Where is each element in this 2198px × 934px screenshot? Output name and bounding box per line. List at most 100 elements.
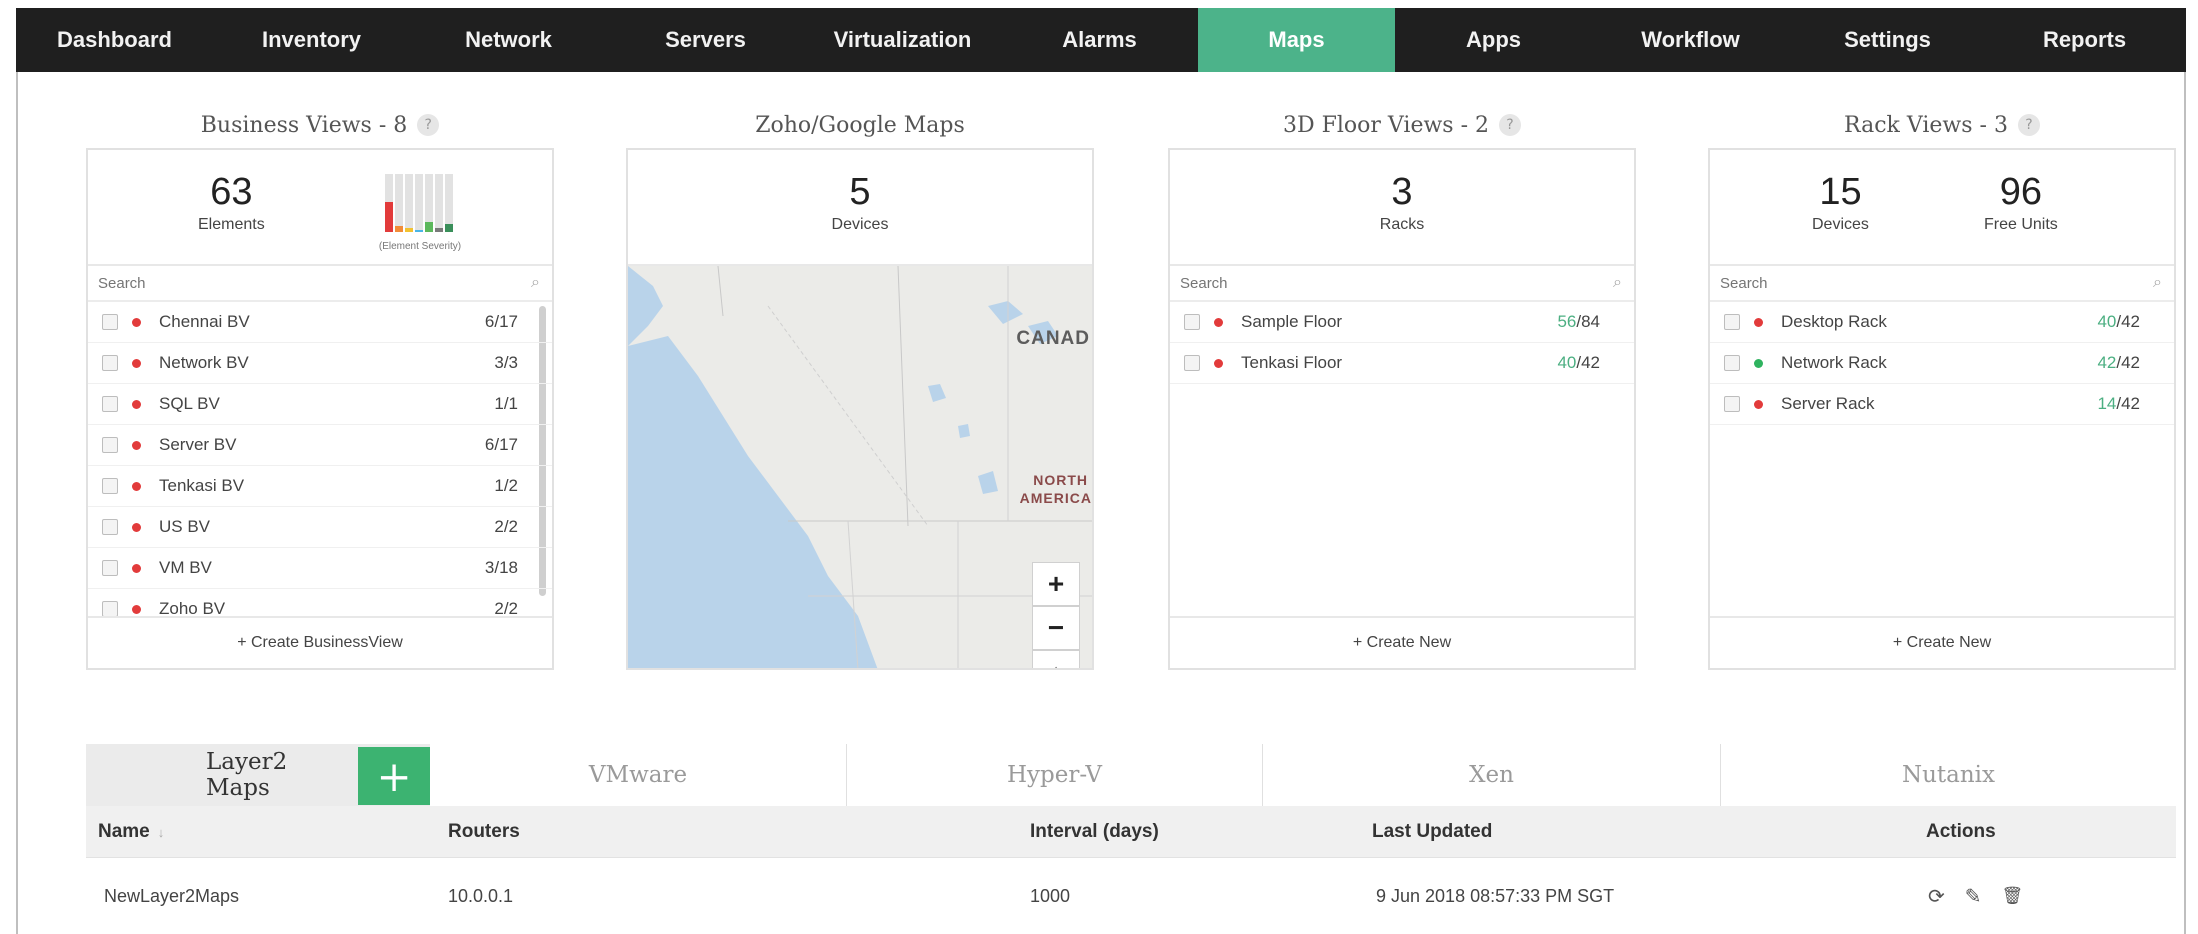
list-item[interactable]: Chennai BV 6/17 — [88, 302, 552, 343]
tab-layer2-label: Layer2 Maps — [206, 749, 288, 801]
status-dot — [1214, 317, 1223, 327]
list-item[interactable]: Network Rack 42/42 — [1710, 343, 2174, 384]
compass-icon[interactable]: ▲ — [1032, 650, 1080, 668]
used-count: 56 — [1557, 312, 1577, 331]
rack-views-list: Desktop Rack 40/42 Network Rack 42/42 Se… — [1710, 302, 2174, 425]
help-icon[interactable]: ? — [1499, 114, 1522, 136]
tab-xen[interactable]: Xen — [1262, 744, 1720, 806]
column-last-updated[interactable]: Last Updated — [1372, 806, 1492, 858]
checkbox[interactable] — [102, 437, 118, 453]
checkbox[interactable] — [1724, 314, 1740, 330]
cell-last-updated: 9 Jun 2018 08:57:33 PM SGT — [1376, 885, 1615, 906]
nav-reports[interactable]: Reports — [1986, 8, 2183, 72]
table-header: Name ↓ Routers Interval (days) Last Upda… — [86, 806, 2176, 858]
nav-apps[interactable]: Apps — [1395, 8, 1592, 72]
cell-name[interactable]: NewLayer2Maps — [104, 858, 239, 934]
checkbox[interactable] — [102, 396, 118, 412]
nav-workflow[interactable]: Workflow — [1592, 8, 1789, 72]
create-rack-button[interactable]: + Create New — [1710, 616, 2174, 668]
business-views-search-input[interactable] — [98, 274, 478, 292]
nav-network[interactable]: Network — [410, 8, 607, 72]
checkbox[interactable] — [102, 355, 118, 371]
tab-nutanix[interactable]: Nutanix — [1720, 744, 2176, 806]
cell-interval: 1000 — [1030, 885, 1071, 906]
item-count: 14/42 — [2097, 394, 2140, 414]
used-count: 42 — [2097, 353, 2117, 372]
severity-label: (Element Severity) — [378, 241, 462, 252]
search-icon[interactable]: ⌕ — [531, 274, 540, 292]
item-name: US BV — [159, 517, 211, 536]
map-type-tabs: Layer2 Maps + VMware Hyper-V Xen Nutanix — [86, 744, 2176, 806]
column-interval[interactable]: Interval (days) — [1030, 806, 1159, 858]
checkbox[interactable] — [102, 601, 118, 617]
create-floor-button[interactable]: + Create New — [1170, 616, 1634, 668]
checkbox[interactable] — [102, 519, 118, 535]
total-count: /42 — [2116, 312, 2140, 331]
tab-hyper-v[interactable]: Hyper-V — [846, 744, 1262, 806]
nav-inventory[interactable]: Inventory — [213, 8, 410, 72]
cell-routers: 10.0.0.1 — [448, 885, 514, 906]
search-icon[interactable]: ⌕ — [2153, 274, 2162, 292]
rack-views-summary: 15 Devices 96 Free Units — [1710, 150, 2174, 266]
list-item[interactable]: Zoho BV 2/2 — [88, 589, 552, 618]
nav-maps[interactable]: Maps — [1198, 8, 1395, 72]
map-canvas — [628, 266, 1092, 668]
refresh-icon[interactable]: ⟳ — [1928, 884, 1945, 909]
nav-settings[interactable]: Settings — [1789, 8, 1986, 72]
floor-views-list: Sample Floor 56/84 Tenkasi Floor 40/42 — [1170, 302, 1634, 384]
status-dot — [132, 522, 141, 532]
zoom-out-button[interactable]: − — [1032, 606, 1080, 650]
checkbox[interactable] — [102, 478, 118, 494]
rack-views-search-input[interactable] — [1720, 274, 2100, 292]
checkbox[interactable] — [1184, 314, 1200, 330]
map-view[interactable]: CANAD NORTH AMERICA + − ▲ — [628, 266, 1092, 668]
list-item[interactable]: Tenkasi Floor 40/42 — [1170, 343, 1634, 384]
nav-virtualization[interactable]: Virtualization — [804, 8, 1001, 72]
list-item[interactable]: US BV 2/2 — [88, 507, 552, 548]
item-name: Network BV — [159, 353, 249, 372]
column-name[interactable]: Name ↓ — [98, 806, 164, 858]
checkbox[interactable] — [102, 314, 118, 330]
checkbox[interactable] — [1724, 355, 1740, 371]
list-item[interactable]: Network BV 3/3 — [88, 343, 552, 384]
search-icon[interactable]: ⌕ — [1613, 274, 1622, 292]
list-item[interactable]: Sample Floor 56/84 — [1170, 302, 1634, 343]
add-layer2-map-button[interactable]: + — [358, 747, 430, 805]
checkbox[interactable] — [1184, 355, 1200, 371]
list-item[interactable]: Server Rack 14/42 — [1710, 384, 2174, 425]
severity-chart[interactable]: (Element Severity) — [370, 172, 470, 252]
checkbox[interactable] — [102, 560, 118, 576]
help-icon[interactable]: ? — [2017, 114, 2040, 136]
list-item[interactable]: Desktop Rack 40/42 — [1710, 302, 2174, 343]
edit-icon[interactable]: ✎ — [1965, 884, 1982, 909]
list-item[interactable]: Tenkasi BV 1/2 — [88, 466, 552, 507]
help-icon[interactable]: ? — [417, 114, 440, 136]
status-dot — [132, 317, 141, 327]
list-item[interactable]: VM BV 3/18 — [88, 548, 552, 589]
item-count: 40/42 — [2097, 312, 2140, 332]
tab-layer2-maps[interactable]: Layer2 Maps + — [86, 744, 430, 806]
zoom-in-button[interactable]: + — [1032, 562, 1080, 606]
rack-views-title-text: Rack Views - 3 — [1844, 112, 2008, 138]
delete-icon[interactable]: 🗑 — [2002, 886, 2024, 906]
nav-alarms[interactable]: Alarms — [1001, 8, 1198, 72]
sort-icon[interactable]: ↓ — [158, 825, 165, 840]
item-name: SQL BV — [159, 394, 220, 413]
free-units-label: Free Units — [1984, 216, 2058, 233]
floor-views-search: ⌕ — [1170, 266, 1634, 302]
create-businessview-button[interactable]: + Create BusinessView — [88, 616, 552, 668]
free-units-count: 96 — [1999, 171, 2043, 213]
table-row[interactable]: NewLayer2Maps 10.0.0.1 1000 9 Jun 2018 0… — [86, 858, 2176, 934]
used-count: 40 — [2097, 312, 2117, 331]
item-name: Network Rack — [1781, 353, 1887, 372]
top-navigation: Dashboard Inventory Network Servers Virt… — [16, 8, 2186, 72]
column-routers[interactable]: Routers — [448, 806, 520, 858]
floor-views-search-input[interactable] — [1180, 274, 1560, 292]
checkbox[interactable] — [1724, 396, 1740, 412]
nav-servers[interactable]: Servers — [607, 8, 804, 72]
list-item[interactable]: Server BV 6/17 — [88, 425, 552, 466]
list-item[interactable]: SQL BV 1/1 — [88, 384, 552, 425]
nav-dashboard[interactable]: Dashboard — [16, 8, 213, 72]
item-count: 1/2 — [494, 476, 518, 495]
tab-vmware[interactable]: VMware — [430, 744, 846, 806]
